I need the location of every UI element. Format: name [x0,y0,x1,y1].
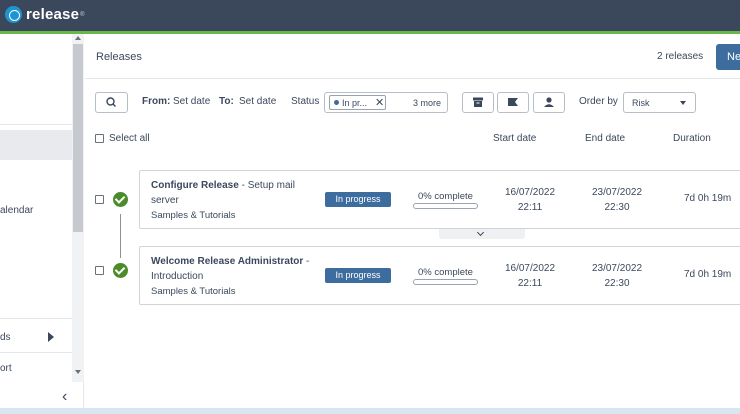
sidebar-divider [0,318,72,319]
status-badge: In progress [325,192,391,207]
user-icon [544,97,554,107]
from-label: From: [142,96,171,107]
status-more-count[interactable]: 3 more [413,98,441,108]
status-dot-icon [334,100,339,105]
status-filter[interactable]: In pr... ✕ 3 more [324,92,448,113]
trademark-mark: ® [80,11,85,18]
archive-button[interactable] [462,92,494,113]
progress-bar [413,279,478,285]
archive-icon [473,97,483,107]
page-title: Releases [96,51,142,63]
release-row[interactable]: Welcome Release Administrator - Introduc… [139,246,740,305]
check-circle-icon [113,192,128,207]
sidebar-divider [0,352,72,353]
release-row-checkbox[interactable] [95,195,104,204]
end-date: 23/07/2022 22:30 [591,187,643,213]
top-navigation-bar: release ® [0,0,740,31]
to-date-picker[interactable]: Set date [239,96,276,107]
new-release-button[interactable]: Ne [716,44,740,70]
sidebar: alendar ds ort ‹ [0,34,84,414]
check-circle-icon [113,263,128,278]
sidebar-item-calendar[interactable]: alendar [0,205,33,216]
expand-arrow-icon[interactable] [48,332,54,342]
sidebar-divider [0,124,72,125]
expand-row-toggle[interactable] [439,229,525,239]
release-title-continued: Introduction [151,271,204,282]
status-label: Status [291,96,320,107]
app-logo[interactable]: release ® [5,6,85,23]
order-by-label: Order by [579,96,618,107]
status-chip-label: In pr... [342,98,368,108]
release-title[interactable]: Configure Release - Setup mail [151,180,295,191]
sidebar-item-boards[interactable]: ds [0,332,11,343]
status-chip[interactable]: In pr... ✕ [329,95,386,110]
release-row[interactable]: Configure Release - Setup mail server Sa… [139,170,740,229]
release-count: 2 releases [657,51,704,62]
start-date: 16/07/2022 22:11 [504,263,556,289]
release-title-continued: server [151,195,179,206]
end-date: 23/07/2022 22:30 [591,263,643,289]
scroll-up-icon[interactable] [75,36,81,40]
chevron-left-icon[interactable]: ‹ [62,388,67,406]
logo-icon [5,6,22,23]
releases-main: Releases 2 releases Ne From: Set date To… [85,34,740,414]
caret-down-icon [680,101,686,105]
select-all-label[interactable]: Select all [109,133,150,144]
sidebar-scrollbar[interactable] [72,34,84,382]
release-folder: Samples & Tutorials [151,210,236,221]
flag-button[interactable] [497,92,529,113]
to-label: To: [219,96,234,107]
release-connector-line [120,214,121,258]
search-icon [106,97,116,107]
status-badge: In progress [325,268,391,283]
column-end-date: End date [585,133,626,144]
release-row-checkbox[interactable] [95,266,104,275]
release-folder: Samples & Tutorials [151,286,236,297]
app-name: release [26,6,80,23]
select-all-checkbox[interactable] [95,134,104,143]
search-button[interactable] [95,92,128,113]
progress-label: 0% complete [418,267,473,278]
sidebar-item-reports[interactable]: ort [0,363,12,374]
bottom-panel-edge [0,408,740,414]
column-duration: Duration [673,133,711,144]
order-by-value: Risk [632,98,650,108]
start-date: 16/07/2022 22:11 [504,187,556,213]
user-filter-button[interactable] [533,92,565,113]
column-start-date: Start date [493,133,537,144]
scroll-down-icon[interactable] [75,370,81,374]
header-divider [85,78,740,79]
progress-label: 0% complete [418,191,473,202]
close-icon[interactable]: ✕ [375,96,384,109]
release-title[interactable]: Welcome Release Administrator - [151,256,309,267]
progress-bar [413,203,478,209]
from-date-picker[interactable]: Set date [173,96,210,107]
duration: 7d 0h 19m [684,269,732,280]
order-by-select[interactable]: Risk [623,92,696,113]
duration: 7d 0h 19m [684,193,732,204]
sidebar-item-active[interactable] [0,130,72,160]
scrollbar-thumb[interactable] [73,44,83,232]
flag-icon [508,98,518,106]
